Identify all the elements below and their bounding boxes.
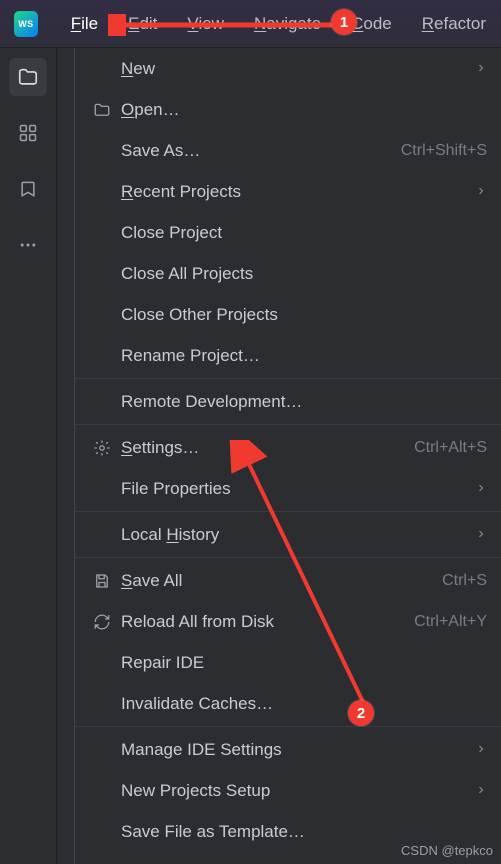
- menu-item-shortcut: Ctrl+S: [442, 572, 487, 590]
- menubar-view[interactable]: View: [172, 9, 239, 39]
- menu-item-label: Close Other Projects: [121, 305, 487, 325]
- menu-item-reload-all-from-disk[interactable]: Reload All from DiskCtrl+Alt+Y: [75, 601, 501, 642]
- menu-item-recent-projects[interactable]: Recent Projects: [75, 171, 501, 212]
- menu-item-new[interactable]: New: [75, 48, 501, 89]
- menu-item-label: Local History: [121, 525, 475, 545]
- menu-item-label: Rename Project…: [121, 346, 487, 366]
- menu-item-save-as[interactable]: Save As…Ctrl+Shift+S: [75, 130, 501, 171]
- folder-icon: [93, 101, 121, 119]
- menu-item-open[interactable]: Open…: [75, 89, 501, 130]
- menu-item-label: Close All Projects: [121, 264, 487, 284]
- menu-item-manage-ide-settings[interactable]: Manage IDE Settings: [75, 729, 501, 770]
- menu-item-close-project[interactable]: Close Project: [75, 212, 501, 253]
- menu-item-close-all-projects[interactable]: Close All Projects: [75, 253, 501, 294]
- gear-icon: [93, 439, 121, 457]
- menu-separator: [75, 557, 501, 558]
- chevron-right-icon: [475, 740, 487, 760]
- chevron-right-icon: [475, 479, 487, 499]
- menubar-navigate[interactable]: Navigate: [239, 9, 336, 39]
- menu-item-label: Recent Projects: [121, 182, 475, 202]
- menu-separator: [75, 424, 501, 425]
- menubar-edit[interactable]: Edit: [113, 9, 172, 39]
- file-menu-dropdown: New Open… Save As…Ctrl+Shift+S Recent Proje…: [74, 48, 501, 864]
- menu-item-new-projects-setup[interactable]: New Projects Setup: [75, 770, 501, 811]
- structure-tool-icon[interactable]: [9, 114, 47, 152]
- menu-item-label: Repair IDE: [121, 653, 487, 673]
- project-tool-icon[interactable]: [9, 58, 47, 96]
- more-tool-icon[interactable]: [9, 226, 47, 264]
- reload-icon: [93, 613, 121, 631]
- chevron-right-icon: [475, 781, 487, 801]
- menu-item-label: New: [121, 59, 475, 79]
- menu-separator: [75, 726, 501, 727]
- menu-item-shortcut: Ctrl+Shift+S: [401, 142, 487, 160]
- menu-item-repair-ide[interactable]: Repair IDE: [75, 642, 501, 683]
- menu-item-label: Open…: [121, 100, 487, 120]
- menu-separator: [75, 511, 501, 512]
- menu-item-label: Save As…: [121, 141, 401, 161]
- annotation-badge-1: 1: [331, 9, 357, 35]
- menu-separator: [75, 378, 501, 379]
- menu-item-label: Manage IDE Settings: [121, 740, 475, 760]
- menu-item-settings[interactable]: Settings…Ctrl+Alt+S: [75, 427, 501, 468]
- menubar-file[interactable]: File: [56, 9, 113, 39]
- menu-item-label: Save File as Template…: [121, 822, 487, 842]
- menu-item-save-all[interactable]: Save AllCtrl+S: [75, 560, 501, 601]
- menu-item-label: Close Project: [121, 223, 487, 243]
- app-logo: WS: [14, 11, 38, 37]
- menu-item-shortcut: Ctrl+Alt+S: [414, 439, 487, 457]
- menu-item-label: Save All: [121, 571, 442, 591]
- bookmarks-tool-icon[interactable]: [9, 170, 47, 208]
- menu-item-label: File Properties: [121, 479, 475, 499]
- menu-item-label: Remote Development…: [121, 392, 487, 412]
- menu-item-file-properties[interactable]: File Properties: [75, 468, 501, 509]
- chevron-right-icon: [475, 59, 487, 79]
- menu-item-invalidate-caches[interactable]: Invalidate Caches…: [75, 683, 501, 724]
- menu-item-shortcut: Ctrl+Alt+Y: [414, 613, 487, 631]
- menu-item-remote-development[interactable]: Remote Development…: [75, 381, 501, 422]
- menu-item-local-history[interactable]: Local History: [75, 514, 501, 555]
- chevron-right-icon: [475, 525, 487, 545]
- menu-item-rename-project[interactable]: Rename Project…: [75, 335, 501, 376]
- left-toolbar: [0, 48, 57, 864]
- menu-item-label: Reload All from Disk: [121, 612, 414, 632]
- menu-item-label: Invalidate Caches…: [121, 694, 487, 714]
- save-icon: [93, 572, 121, 590]
- chevron-right-icon: [475, 182, 487, 202]
- watermark-text: CSDN @tepkco: [401, 843, 493, 858]
- menu-item-label: Settings…: [121, 438, 414, 458]
- menubar-refactor[interactable]: Refactor: [407, 9, 501, 39]
- annotation-badge-2: 2: [348, 700, 374, 726]
- menubar: WS FileEditViewNavigateCodeRefactor: [0, 0, 501, 48]
- menu-item-close-other-projects[interactable]: Close Other Projects: [75, 294, 501, 335]
- menu-item-label: New Projects Setup: [121, 781, 475, 801]
